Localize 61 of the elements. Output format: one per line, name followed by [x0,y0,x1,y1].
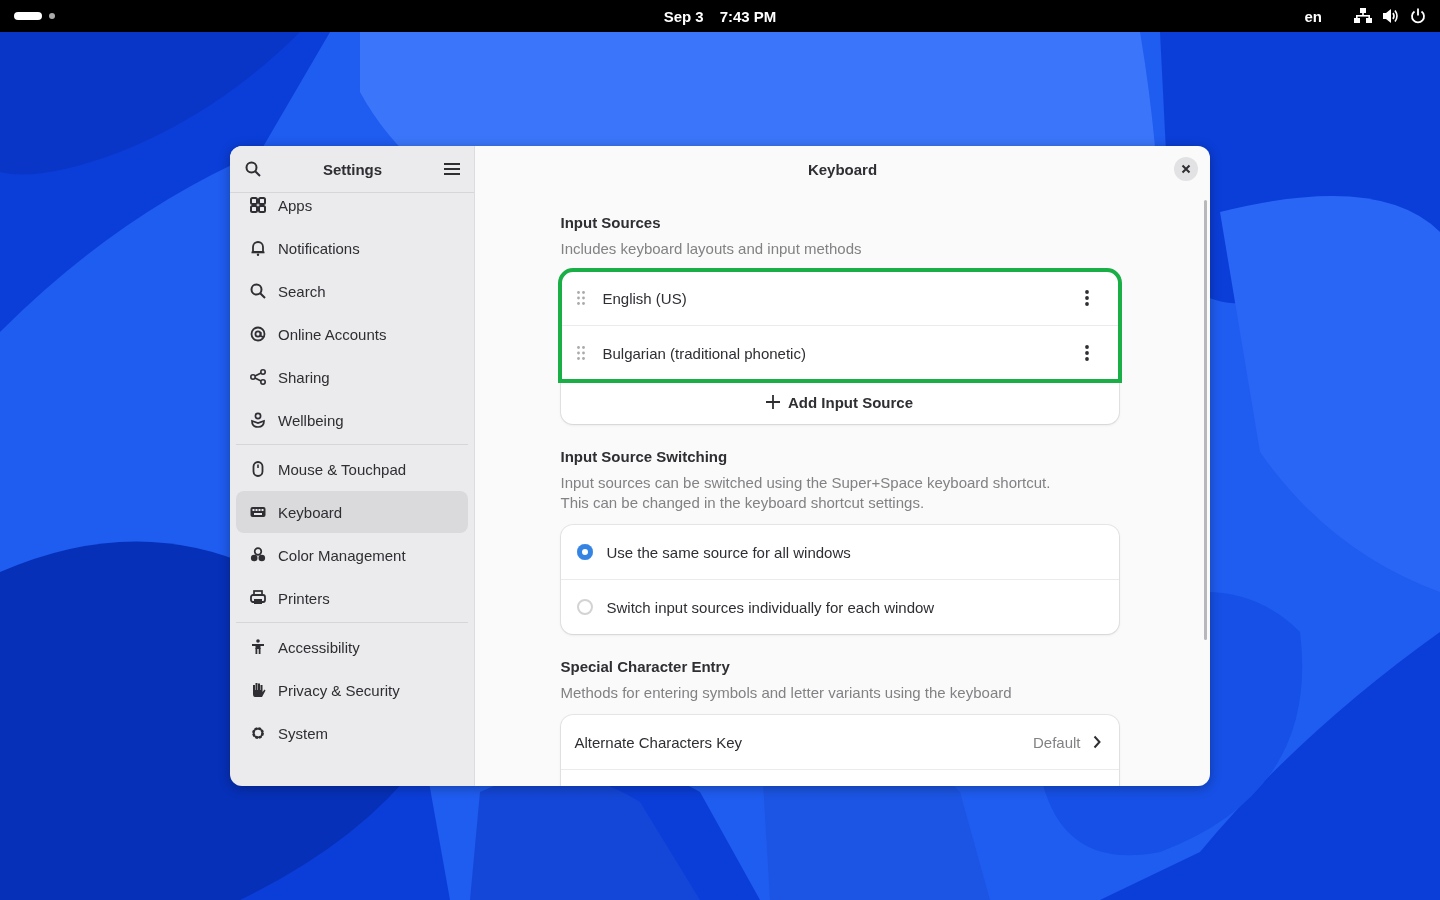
sidebar-title: Settings [322,160,383,178]
section-description: Includes keyboard layouts and input methods [560,239,863,259]
more-options-icon[interactable] [1084,290,1089,306]
sidebar-item[interactable]: System [236,712,468,754]
sidebar-item[interactable]: Wellbeing [236,399,468,441]
gear-icon [250,725,266,741]
at-icon [250,326,266,342]
radio-button[interactable] [576,544,593,560]
plus-icon [766,395,780,409]
search-icon[interactable] [245,161,261,177]
section-title: Input Sources [560,214,662,231]
network-icon[interactable] [1354,8,1372,24]
radio-button[interactable] [576,599,593,615]
sidebar-item[interactable]: Keyboard [236,491,468,533]
radio-option[interactable]: Switch input sources individually for each window [560,580,1119,634]
color-icon [250,547,266,563]
accessibility-icon [250,639,266,655]
section-title: Special Character Entry [560,658,731,675]
keyboard-layout-indicator[interactable]: en [1304,7,1322,25]
drag-handle-icon[interactable] [576,346,585,360]
search-icon [250,283,266,299]
sidebar-item[interactable]: Sharing [236,356,468,398]
sidebar-item[interactable]: Apps [236,193,468,226]
sidebar-item[interactable]: Notifications [236,227,468,269]
input-source-name: Bulgarian (traditional phonetic) [602,344,806,362]
chevron-right-icon [1092,735,1101,749]
volume-icon[interactable] [1382,8,1400,24]
section-title: Input Source Switching [560,448,729,465]
close-button[interactable] [1174,157,1198,181]
menu-icon[interactable] [444,162,460,176]
wellbeing-icon [250,412,266,428]
close-icon [1181,164,1191,174]
sidebar-item[interactable]: Mouse & Touchpad [236,448,468,490]
workspace-indicator[interactable] [14,11,56,21]
bell-icon [250,240,266,256]
sidebar-item[interactable]: Printers [236,577,468,619]
power-icon[interactable] [1410,8,1426,24]
row-label: Alternate Characters Key [574,733,744,751]
add-input-source-button[interactable]: Add Input Source [560,380,1119,424]
input-source-name: English (US) [602,289,687,307]
mouse-icon [250,461,266,477]
apps-icon [250,197,266,213]
sidebar-item[interactable]: Online Accounts [236,313,468,355]
printer-icon [250,590,266,606]
section-description: Input sources can be switched using the Super+Space keyboard shortcut. This can be changed in the keyboard shortcut settings. [560,473,1052,513]
time-text[interactable]: 7:43 PM [719,7,777,25]
sidebar-item[interactable]: Search [236,270,468,312]
row-value: Default [1032,733,1081,751]
scrollbar[interactable] [1204,200,1207,640]
share-icon [250,369,266,385]
hand-icon [250,682,266,698]
section-description: Methods for entering symbols and letter variants using the keyboard [560,683,1013,703]
sidebar-item[interactable]: Privacy & Security [236,669,468,711]
window-title: Keyboard [807,160,878,178]
radio-option[interactable]: Use the same source for all windows [560,525,1119,579]
keyboard-icon [250,504,266,520]
date-text[interactable]: Sep 3 [663,7,704,25]
drag-handle-icon[interactable] [576,291,585,305]
more-options-icon[interactable] [1084,345,1089,361]
sidebar-item[interactable]: Color Management [236,534,468,576]
sidebar-item[interactable]: Accessibility [236,626,468,668]
